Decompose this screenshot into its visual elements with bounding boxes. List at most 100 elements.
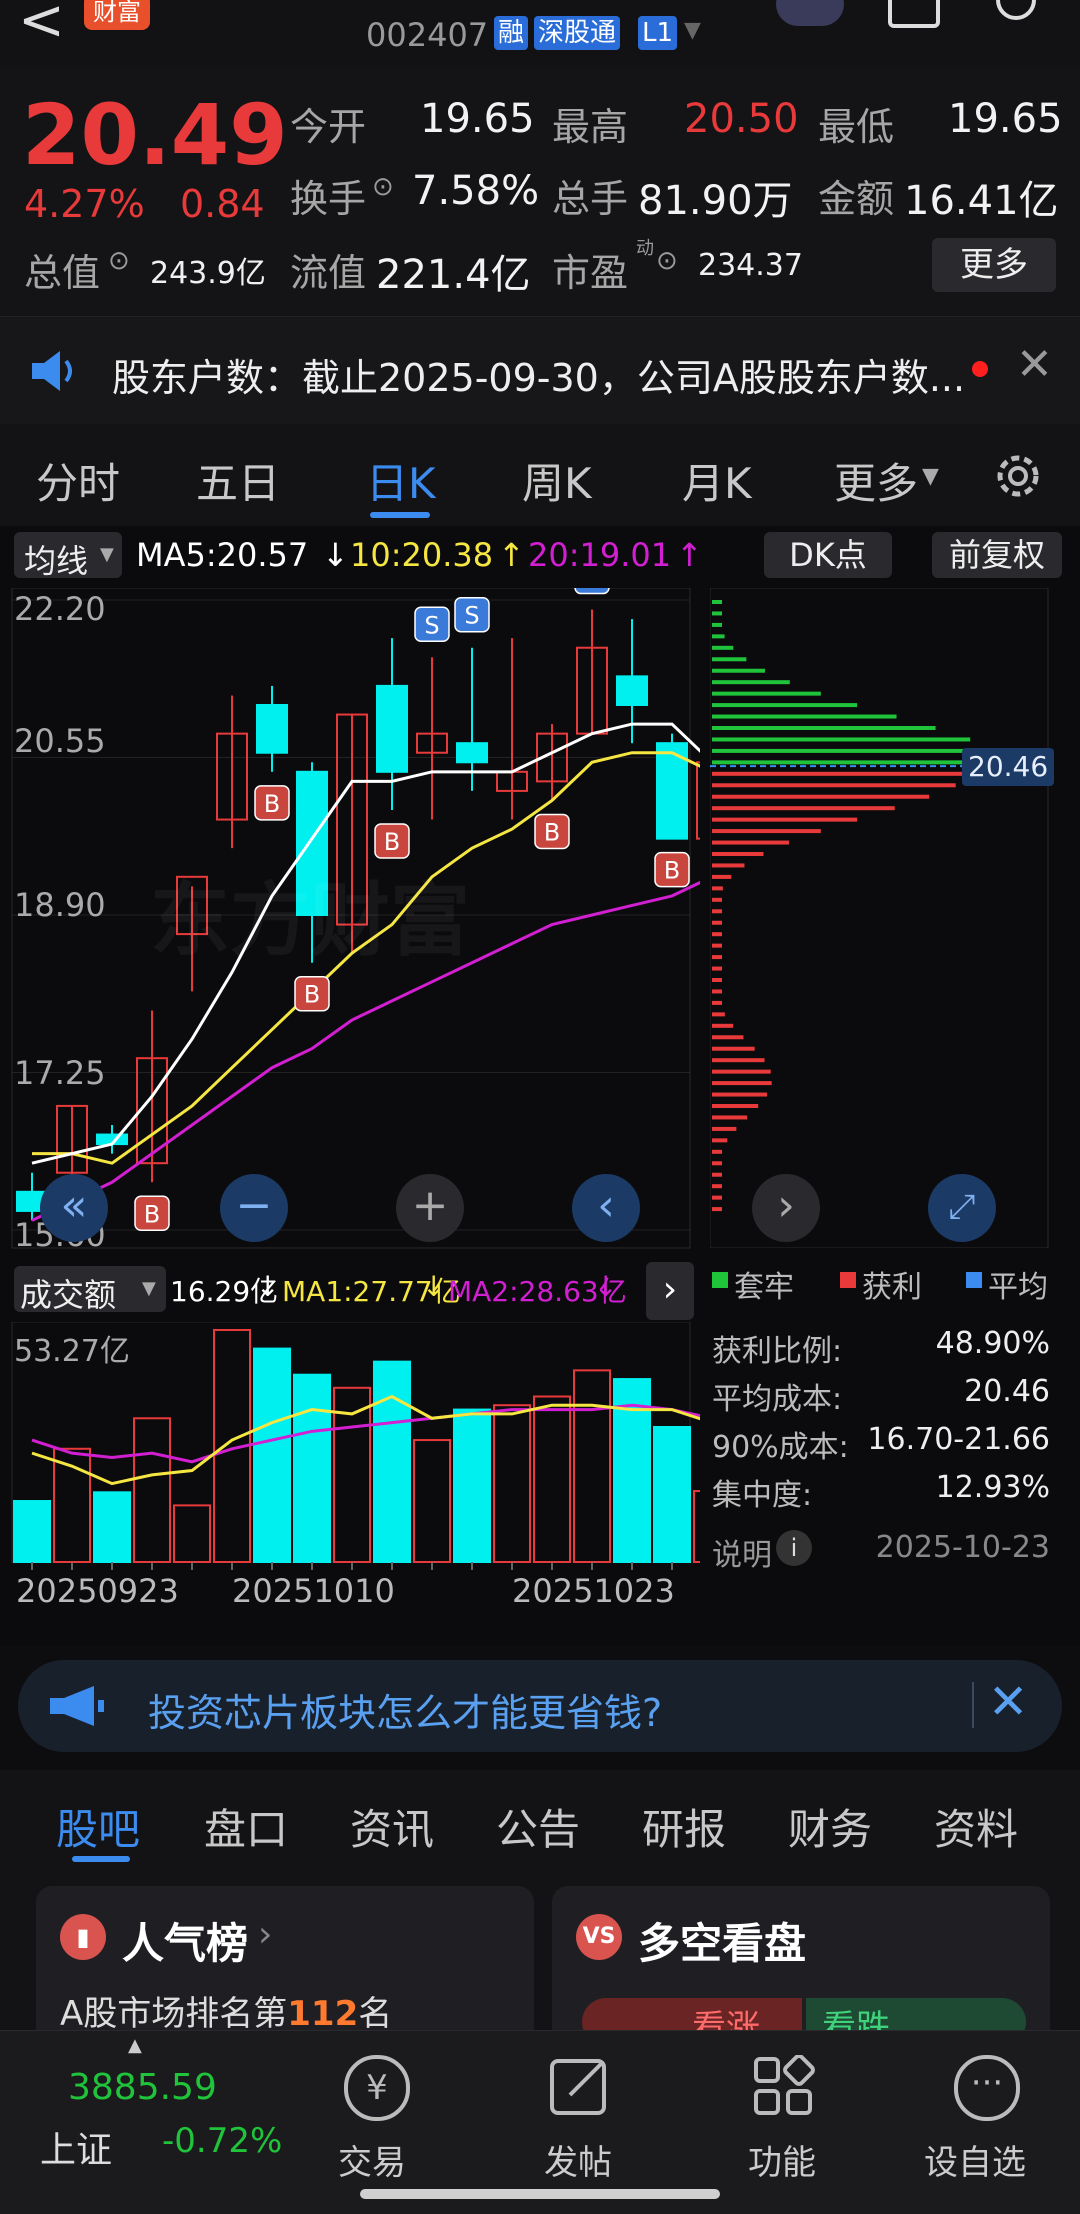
chevron-up-icon[interactable]: ▲ — [128, 2035, 142, 2056]
open-label: 今开 — [290, 105, 367, 149]
volume-selector[interactable]: 成交额 ▼ — [14, 1266, 166, 1314]
bull-bear-card[interactable]: VS 多空看盘 看涨 看跌 — [552, 1886, 1050, 2048]
tab-daily-k[interactable]: 日K — [366, 450, 436, 511]
chip-date: 2025-10-23 — [875, 1530, 1050, 1565]
close-icon[interactable]: ✕ — [1016, 339, 1053, 390]
chip-bar — [712, 806, 895, 811]
search-icon[interactable] — [990, 0, 1050, 28]
turnover-label: 换手 — [290, 177, 367, 221]
ad-banner[interactable]: 投资芯片板块怎么才能更省钱? ✕ — [18, 1660, 1062, 1752]
nav-add-watchlist[interactable]: ··· 设自选 — [924, 2041, 1044, 2191]
down-arrow-icon: ↓ — [256, 1270, 280, 1303]
back-icon[interactable]: < — [18, 0, 65, 53]
rank-suffix: 名 — [358, 1994, 393, 2034]
popularity-card[interactable]: ▮ 人气榜 › A股市场排名第112名 — [36, 1886, 534, 2046]
chip-bar — [712, 1195, 722, 1200]
chip-bar — [712, 622, 722, 627]
close-icon[interactable]: ✕ — [988, 1674, 1028, 1730]
tab-announcements[interactable]: 公告 — [496, 1796, 580, 1857]
chevron-down-icon: ▼ — [100, 544, 114, 565]
tab-news[interactable]: 资讯 — [350, 1796, 434, 1857]
tab-five-day[interactable]: 五日 — [196, 450, 280, 511]
candle-body — [456, 742, 488, 764]
nav-label: 功能 — [748, 2143, 816, 2183]
scroll-right-button[interactable]: › — [752, 1174, 820, 1242]
tab-intraday[interactable]: 分时 — [36, 450, 120, 511]
tab-more[interactable]: 更多 — [834, 450, 918, 511]
chip-bar — [712, 668, 765, 673]
y-tick-label: 22.20 — [14, 590, 106, 628]
ad-text[interactable]: 投资芯片板块怎么才能更省钱? — [148, 1682, 662, 1737]
chip-bar — [712, 1161, 722, 1166]
index-value[interactable]: 3885.59 — [68, 2067, 217, 2108]
signal-label: B — [664, 857, 680, 885]
tab-monthly-k[interactable]: 月K — [682, 450, 752, 511]
nav-label: 设自选 — [924, 2143, 1026, 2183]
chip-bar — [712, 1023, 734, 1028]
gear-icon[interactable] — [990, 448, 1046, 504]
tab-profile[interactable]: 资料 — [934, 1796, 1018, 1857]
chip-bar — [712, 1012, 725, 1017]
rewind-button[interactable]: « — [40, 1174, 108, 1242]
zoom-in-button[interactable]: + — [396, 1174, 464, 1242]
chevron-down-icon[interactable]: ▼ — [922, 464, 939, 489]
volume-selector-label: 成交额 — [20, 1276, 117, 1314]
low-label: 最低 — [818, 105, 895, 149]
chip-bar — [712, 657, 747, 662]
chip-bar — [712, 874, 732, 879]
legend-profit: 获利 — [862, 1270, 922, 1305]
chevron-right-icon[interactable]: › — [646, 1262, 694, 1320]
expand-icon[interactable]: ⤢ — [928, 1174, 996, 1242]
index-change[interactable]: -0.72% — [162, 2121, 282, 2161]
volume-bar — [253, 1347, 291, 1563]
rank-number: 112 — [287, 1994, 359, 2034]
price-tag: 20.46 — [962, 748, 1055, 786]
tab-research[interactable]: 研报 — [642, 1796, 726, 1857]
ma-selector[interactable]: 均线 ▼ — [14, 532, 122, 580]
chip-bar — [712, 726, 936, 730]
scroll-left-button[interactable]: ‹ — [572, 1174, 640, 1242]
signal-label: B — [544, 818, 560, 846]
chip-bar — [712, 600, 722, 604]
info-icon[interactable]: ⊙ — [656, 246, 678, 276]
nav-post[interactable]: 发帖 — [536, 2041, 628, 2191]
candle-body — [616, 675, 648, 707]
chip-bar — [712, 645, 734, 650]
tab-market-depth[interactable]: 盘口 — [204, 1796, 288, 1857]
tag-margin: 融 — [494, 16, 529, 50]
adjust-button[interactable]: 前复权 — [932, 532, 1062, 578]
speaker-icon — [32, 351, 72, 391]
notice-bar[interactable]: 股东户数：截止2025-09-30，公司A股股东户数... ✕ — [0, 316, 1080, 426]
down-arrow-icon: ↓ — [422, 1270, 446, 1303]
signal-label: B — [264, 790, 280, 818]
legend-average: 平均 — [988, 1270, 1048, 1305]
nav-trade[interactable]: ¥ 交易 — [330, 2041, 422, 2191]
info-icon[interactable]: ⊙ — [372, 172, 394, 202]
tab-forum[interactable]: 股吧 — [56, 1796, 140, 1857]
quote-panel: 20.49 4.27% 0.84 今开 19.65 最高 20.50 最低 19… — [0, 68, 1080, 316]
chip-distribution — [710, 588, 1049, 1248]
nav-label: 交易 — [338, 2143, 406, 2183]
mascot-icon[interactable] — [776, 0, 844, 26]
chevron-down-icon[interactable]: ▼ — [684, 18, 701, 43]
zoom-out-button[interactable]: − — [220, 1174, 288, 1242]
notice-text[interactable]: 股东户数：截止2025-09-30，公司A股股东户数... — [112, 347, 965, 402]
active-tab-indicator — [370, 512, 430, 518]
signal-label: S — [424, 611, 439, 639]
section-tabs: 股吧 盘口 资讯 公告 研报 财务 资料 — [0, 1770, 1080, 1876]
chip-bar — [712, 691, 821, 696]
share-icon[interactable] — [886, 0, 946, 30]
chip-bar — [712, 920, 722, 925]
nav-functions[interactable]: 功能 — [740, 2041, 832, 2191]
dk-button[interactable]: DK点 — [764, 532, 892, 578]
volume-bar — [133, 1417, 171, 1564]
info-icon[interactable]: ⊙ — [108, 246, 130, 276]
legend-trapped: 套牢 — [734, 1270, 794, 1305]
tab-finance[interactable]: 财务 — [788, 1796, 872, 1857]
turnover-value: 7.58% — [412, 168, 540, 214]
tab-weekly-k[interactable]: 周K — [522, 450, 592, 511]
index-name[interactable]: 上证 — [40, 2121, 112, 2173]
float-value: 221.4亿 — [376, 252, 531, 298]
more-button[interactable]: 更多 — [932, 238, 1056, 292]
volume-label: 总手 — [552, 177, 629, 221]
